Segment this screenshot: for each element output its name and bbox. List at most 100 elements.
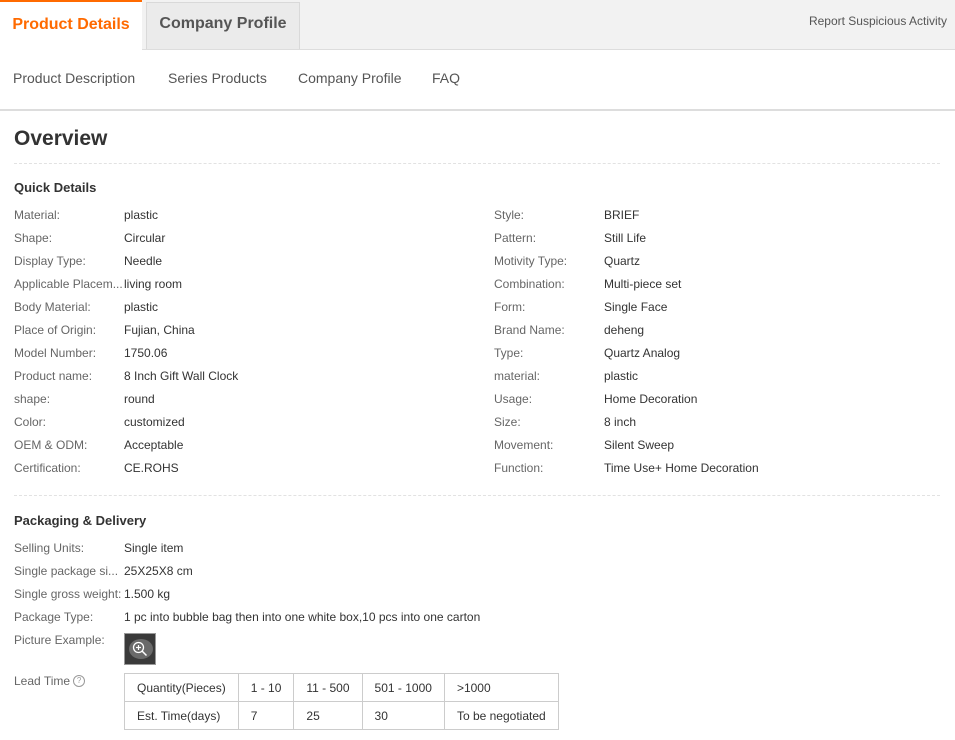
table-cell: 501 - 1000 — [361, 673, 445, 702]
attribute-row: Color: customized — [14, 414, 474, 430]
attr-name: Body Material: — [14, 300, 91, 314]
attr-value: Silent Sweep — [604, 438, 675, 452]
attr-name: Motivity Type: — [494, 254, 568, 268]
attribute-row: Function: Time Use+ Home Decoration — [494, 460, 934, 476]
attr-name: shape: — [14, 392, 51, 406]
attribute-row: Pattern: Still Life — [494, 230, 934, 246]
attr-value: Fujian, China — [124, 323, 195, 337]
tab-company-profile[interactable]: Company Profile — [146, 2, 300, 49]
attr-name: Size: — [494, 415, 521, 429]
table-cell: Quantity(Pieces) — [124, 673, 239, 702]
attr-name: Brand Name: — [494, 323, 565, 337]
table-cell: 25 — [293, 701, 363, 730]
attr-value: deheng — [604, 323, 645, 337]
attr-name: Pattern: — [494, 231, 537, 245]
attr-value: Quartz Analog — [604, 346, 681, 360]
attribute-row: Product name: 8 Inch Gift Wall Clock — [14, 368, 474, 384]
overview-title: Overview — [14, 127, 108, 150]
attr-value: living room — [124, 277, 183, 291]
subnav-faq[interactable]: FAQ — [432, 70, 460, 86]
attribute-row: Size: 8 inch — [494, 414, 934, 430]
attr-name: Color: — [14, 415, 47, 429]
attribute-row: Motivity Type: Quartz — [494, 253, 934, 269]
divider — [14, 495, 940, 496]
attr-value: BRIEF — [604, 208, 640, 222]
subnav-product-description[interactable]: Product Description — [13, 70, 135, 86]
attr-value: Multi-piece set — [604, 277, 682, 291]
attr-name: Single package si... — [14, 564, 119, 578]
attr-value: plastic — [124, 300, 159, 314]
lead-time-table: Quantity(Pieces) 1 - 10 11 - 500 501 - 1… — [124, 673, 559, 730]
top-tab-bar: Product Details Company Profile Report S… — [0, 0, 955, 51]
attribute-row: Package Type: 1 pc into bubble bag then i… — [14, 609, 914, 625]
subnav-series-products[interactable]: Series Products — [168, 70, 267, 86]
attribute-row: Single gross weight: 1.500 kg — [14, 586, 914, 602]
attribute-row: Model Number: 1750.06 — [14, 345, 474, 361]
report-suspicious-activity-link[interactable]: Report Suspicious Activity — [809, 14, 947, 28]
attr-name: Style: — [494, 208, 525, 222]
table-cell: 11 - 500 — [293, 673, 363, 702]
attribute-row: Combination: Multi-piece set — [494, 276, 934, 292]
attr-name: Product name: — [14, 369, 93, 383]
attr-value: 1750.06 — [124, 346, 168, 360]
lead-time-label: Lead Time ? — [14, 674, 86, 688]
question-circle-icon[interactable]: ? — [73, 675, 86, 687]
attribute-row: Movement: Silent Sweep — [494, 437, 934, 453]
attr-value: Acceptable — [124, 438, 184, 452]
attr-value: plastic — [124, 208, 159, 222]
attr-value: 1.500 kg — [124, 587, 171, 601]
attr-name: material: — [494, 369, 541, 383]
picture-example-thumbnail[interactable] — [124, 633, 156, 665]
attr-name: Display Type: — [14, 254, 86, 268]
attribute-row: material: plastic — [494, 368, 934, 384]
attr-name: Selling Units: — [14, 541, 85, 555]
attr-value: Single item — [124, 541, 184, 555]
attribute-row: Place of Origin: Fujian, China — [14, 322, 474, 338]
attr-value: Single Face — [604, 300, 668, 314]
attribute-row: Usage: Home Decoration — [494, 391, 934, 407]
table-cell: 30 — [361, 701, 445, 730]
zoom-in-icon — [132, 641, 148, 657]
sub-navigation: Product Description Series Products Comp… — [0, 50, 955, 111]
subnav-company-profile[interactable]: Company Profile — [298, 70, 402, 86]
attr-name: Type: — [494, 346, 524, 360]
attr-name: Certification: — [14, 461, 81, 475]
attr-value: Home Decoration — [604, 392, 698, 406]
attribute-row: Brand Name: deheng — [494, 322, 934, 338]
attribute-row: Body Material: plastic — [14, 299, 474, 315]
table-cell: Est. Time(days) — [124, 701, 239, 730]
attr-name: Package Type: — [14, 610, 94, 624]
attr-value: Still Life — [604, 231, 647, 245]
attr-name: Form: — [494, 300, 526, 314]
table-cell: >1000 — [443, 673, 559, 702]
attr-name: OEM & ODM: — [14, 438, 88, 452]
attr-name: Material: — [14, 208, 61, 222]
table-row: Quantity(Pieces) 1 - 10 11 - 500 501 - 1… — [124, 673, 559, 702]
attribute-row: Applicable Placem... living room — [14, 276, 474, 292]
attr-value: CE.ROHS — [124, 461, 179, 475]
picture-example-row: Picture Example: — [14, 632, 124, 648]
attr-name: Picture Example: — [14, 633, 105, 647]
attribute-row: Certification: CE.ROHS — [14, 460, 474, 476]
table-cell: To be negotiated — [443, 701, 559, 730]
attr-value: Time Use+ Home Decoration — [604, 461, 759, 475]
attr-name: Shape: — [14, 231, 53, 245]
attr-name: Model Number: — [14, 346, 97, 360]
attribute-row: shape: round — [14, 391, 474, 407]
tab-product-details[interactable]: Product Details — [0, 0, 142, 51]
attr-name: Movement: — [494, 438, 554, 452]
lead-time-text: Lead Time — [14, 674, 71, 688]
attr-value: 8 Inch Gift Wall Clock — [124, 369, 239, 383]
attr-name: Applicable Placem... — [14, 277, 123, 291]
attribute-row: Style: BRIEF — [494, 207, 934, 223]
attr-name: Place of Origin: — [14, 323, 97, 337]
attribute-row: Display Type: Needle — [14, 253, 474, 269]
attribute-row: Shape: Circular — [14, 230, 474, 246]
attr-value: Quartz — [604, 254, 641, 268]
attr-value: 1 pc into bubble bag then into one white… — [124, 610, 481, 624]
attr-value: plastic — [604, 369, 639, 383]
table-cell: 7 — [237, 701, 295, 730]
attr-value: Circular — [124, 231, 166, 245]
attr-name: Combination: — [494, 277, 565, 291]
attr-value: customized — [124, 415, 185, 429]
